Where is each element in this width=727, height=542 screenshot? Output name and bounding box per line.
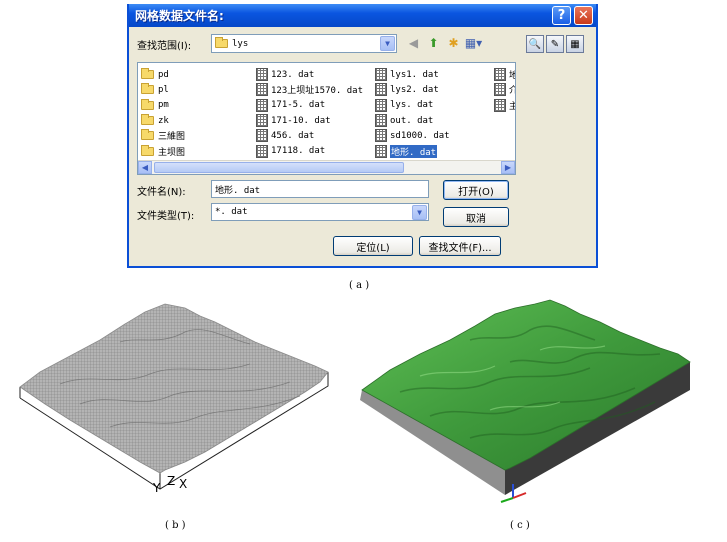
look-in-value: lys: [232, 38, 249, 49]
grid-file-icon: [375, 83, 387, 97]
list-item[interactable]: lys2. dat: [375, 82, 450, 97]
close-button[interactable]: ✕: [574, 6, 593, 25]
folder-icon: [141, 114, 154, 126]
grid-file-icon: [256, 98, 268, 112]
list-item[interactable]: pl: [141, 82, 185, 97]
open-button[interactable]: 打开(O): [443, 180, 509, 200]
tools-icon[interactable]: ✎: [546, 35, 564, 53]
file-type-label: 文件类型(T):: [137, 211, 195, 222]
grid-file-icon: [256, 83, 268, 97]
grid-file-icon: [375, 68, 387, 82]
list-item[interactable]: lys1. dat: [375, 67, 450, 82]
solid-terrain-figure: [360, 299, 691, 503]
open-file-dialog: 网格数据文件名: ? ✕ 查找范围(I): lys ▼ ◀ ⬆ ✱ ▦▾ 🔍 ✎…: [127, 4, 598, 268]
list-item[interactable]: 主: [494, 98, 515, 113]
file-column-3: lys1. dat lys2. dat lys. dat out. dat sd…: [375, 67, 450, 159]
dialog-title: 网格数据文件名:: [135, 9, 224, 23]
help-button[interactable]: ?: [552, 6, 571, 25]
cancel-button[interactable]: 取消: [443, 207, 509, 227]
list-item[interactable]: lys. dat: [375, 98, 450, 113]
list-item[interactable]: 456. dat: [256, 128, 363, 143]
back-icon[interactable]: ◀: [406, 35, 421, 50]
terrain-mesh: [19, 303, 329, 474]
terrain-surface: [361, 299, 691, 471]
file-column-1: pd pl pm zk 三維图 主坝图: [141, 67, 185, 159]
grid-file-icon: [494, 98, 506, 112]
look-in-combo[interactable]: lys ▼: [211, 34, 397, 53]
list-item[interactable]: 地: [494, 67, 515, 82]
axis-x-label: X: [179, 477, 187, 491]
wireframe-terrain-figure: Y Z X: [19, 303, 329, 495]
grid-file-icon: [375, 144, 387, 158]
list-item[interactable]: 123. dat: [256, 67, 363, 82]
list-item[interactable]: 介: [494, 82, 515, 97]
folder-icon: [141, 83, 154, 95]
new-folder-icon[interactable]: ✱: [446, 35, 461, 50]
axis-y-label: Y: [152, 481, 161, 495]
folder-icon: [141, 98, 154, 110]
right-toolbar: 🔍 ✎ ▦: [526, 35, 584, 53]
grid-file-icon: [256, 144, 268, 158]
file-list[interactable]: pd pl pm zk 三維图 主坝图 123. dat 123上坝址1570.…: [137, 62, 516, 175]
dialog-titlebar[interactable]: 网格数据文件名: ? ✕: [129, 4, 596, 27]
caption-c: ( c ): [510, 520, 530, 531]
caption-b: ( b ): [165, 520, 186, 531]
list-item[interactable]: out. dat: [375, 113, 450, 128]
horizontal-scrollbar[interactable]: ◀ ▶: [138, 160, 515, 174]
up-folder-icon[interactable]: ⬆: [426, 35, 441, 50]
list-item[interactable]: sd1000. dat: [375, 128, 450, 143]
list-item[interactable]: 171-10. dat: [256, 113, 363, 128]
grid-file-icon: [494, 83, 506, 97]
folder-icon: [141, 129, 154, 141]
list-item[interactable]: pm: [141, 98, 185, 113]
list-item-selected[interactable]: 地形. dat: [375, 143, 450, 158]
folder-icon: [141, 144, 154, 156]
navigation-toolbar: ◀ ⬆ ✱ ▦▾: [406, 35, 482, 50]
chevron-down-icon[interactable]: ▼: [380, 36, 395, 51]
file-name-input[interactable]: 地形. dat: [211, 180, 429, 198]
views-icon[interactable]: ▦▾: [465, 35, 482, 50]
search-icon[interactable]: 🔍: [526, 35, 544, 53]
list-item[interactable]: 三維图: [141, 128, 185, 143]
grid-file-icon: [256, 68, 268, 82]
file-column-2: 123. dat 123上坝址1570. dat 171-5. dat 171-…: [256, 67, 363, 159]
list-item[interactable]: pd: [141, 67, 185, 82]
folder-icon: [215, 37, 228, 48]
grid-file-icon: [375, 114, 387, 128]
grid-file-icon: [375, 129, 387, 143]
scroll-right-icon[interactable]: ▶: [501, 161, 515, 174]
caption-a: ( a ): [349, 280, 370, 291]
list-item[interactable]: 171-5. dat: [256, 98, 363, 113]
chevron-down-icon[interactable]: ▼: [412, 205, 427, 220]
file-name-label: 文件名(N):: [137, 187, 186, 198]
list-item[interactable]: 主坝图: [141, 143, 185, 158]
grid-file-icon: [256, 129, 268, 143]
scroll-thumb[interactable]: [154, 162, 404, 173]
look-in-label: 查找范围(I):: [137, 41, 192, 52]
file-type-select[interactable]: *. dat ▼: [211, 203, 429, 221]
find-file-button[interactable]: 查找文件(F)...: [419, 236, 501, 256]
locate-button[interactable]: 定位(L): [333, 236, 413, 256]
grid-view-icon[interactable]: ▦: [566, 35, 584, 53]
grid-file-icon: [256, 114, 268, 128]
list-item[interactable]: 17118. dat: [256, 143, 363, 158]
folder-icon: [141, 68, 154, 80]
file-column-4: 地 介 主: [494, 67, 515, 113]
scroll-left-icon[interactable]: ◀: [138, 161, 152, 174]
file-type-value: *. dat: [215, 207, 248, 217]
grid-file-icon: [494, 68, 506, 82]
list-item[interactable]: 123上坝址1570. dat: [256, 82, 363, 97]
list-item[interactable]: zk: [141, 113, 185, 128]
grid-file-icon: [375, 98, 387, 112]
axis-z-label: Z: [167, 474, 175, 488]
